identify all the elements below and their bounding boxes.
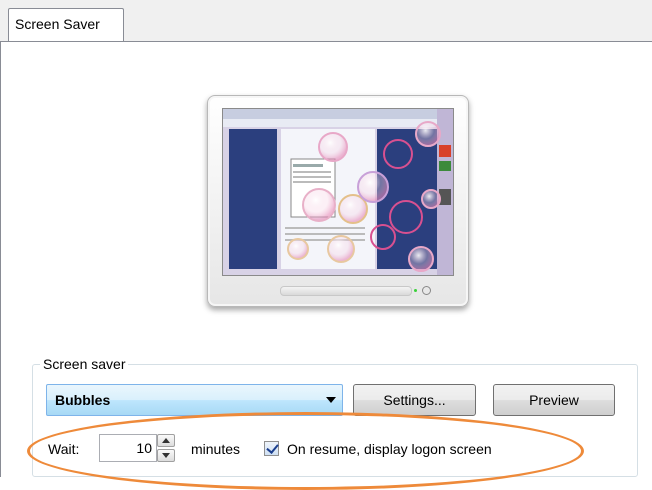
minutes-label: minutes	[191, 441, 241, 457]
monitor-bezel-bar	[280, 286, 412, 296]
power-button-icon	[422, 286, 431, 295]
preview-button[interactable]: Preview	[493, 384, 615, 416]
preview-screen	[222, 108, 454, 276]
power-led-icon	[414, 289, 417, 292]
arrow-down-icon	[162, 453, 170, 458]
wait-minutes-value: 10	[136, 440, 152, 456]
tab-screen-saver-label: Screen Saver	[15, 16, 100, 32]
settings-button[interactable]: Settings...	[353, 384, 476, 416]
spin-down-button[interactable]	[157, 449, 175, 462]
spin-up-button[interactable]	[157, 434, 175, 447]
wait-minutes-input[interactable]: 10	[99, 434, 157, 462]
logon-screen-label[interactable]: On resume, display logon screen	[287, 441, 492, 457]
screensaver-select-value: Bubbles	[55, 392, 111, 408]
tab-strip: Screen Saver	[0, 0, 652, 42]
wait-spinner	[157, 434, 177, 462]
logon-screen-checkbox[interactable]	[264, 441, 279, 456]
monitor-preview	[207, 95, 469, 307]
arrow-up-icon	[162, 438, 170, 443]
bubbles-preview-image	[223, 109, 453, 275]
tab-screen-saver[interactable]: Screen Saver	[8, 8, 124, 42]
wait-label: Wait:	[48, 441, 80, 457]
checkmark-icon	[266, 441, 279, 454]
screensaver-select[interactable]: Bubbles	[46, 384, 343, 416]
chevron-down-icon	[326, 397, 336, 403]
group-legend: Screen saver	[40, 356, 129, 372]
